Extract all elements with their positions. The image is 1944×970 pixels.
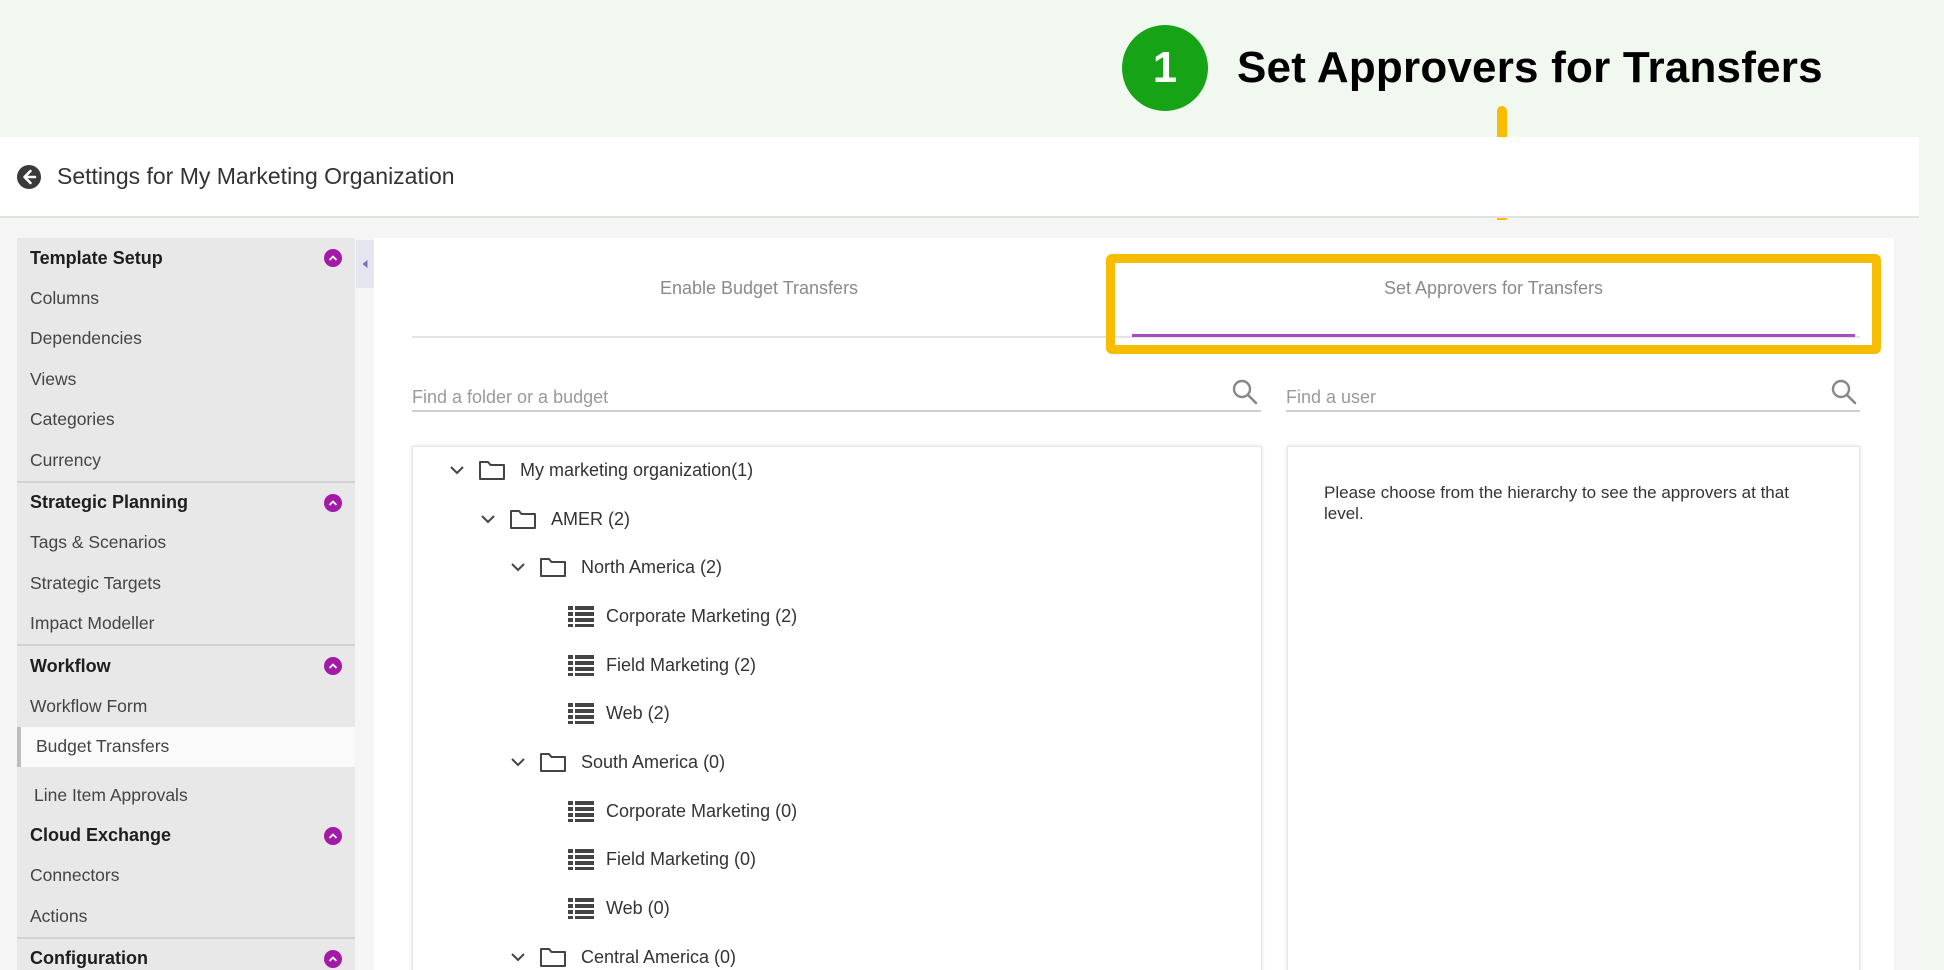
approvers-panel: Please choose from the hierarchy to see … xyxy=(1287,446,1860,970)
sidebar-section-configuration[interactable]: Configuration xyxy=(17,939,355,970)
search-icon[interactable] xyxy=(1231,378,1259,406)
callout-step-badge: 1 xyxy=(1122,25,1208,111)
tree-folder-node[interactable]: South America (0) xyxy=(507,747,725,777)
tree-node-label: Corporate Marketing (0) xyxy=(606,800,798,821)
sidebar-item-workflow-form[interactable]: Workflow Form xyxy=(17,686,355,727)
sidebar-section-label: Strategic Planning xyxy=(30,492,189,512)
budget-list-icon xyxy=(568,703,594,724)
tree-budget-node[interactable]: Web (0) xyxy=(568,893,670,923)
sidebar-item-categories[interactable]: Categories xyxy=(17,400,355,441)
tree-folder-node[interactable]: AMER (2) xyxy=(477,504,630,534)
callout-title: Set Approvers for Transfers xyxy=(1237,43,1823,92)
tree-node-label: My marketing organization(1) xyxy=(520,459,754,480)
sidebar-item-connectors[interactable]: Connectors xyxy=(17,856,355,897)
folder-icon xyxy=(540,558,566,577)
sidebar-item-impact-modeller[interactable]: Impact Modeller xyxy=(17,604,355,645)
sidebar-section-label: Template Setup xyxy=(30,247,163,268)
folder-icon xyxy=(479,461,505,480)
folder-icon xyxy=(510,510,536,529)
sidebar-section-label: Cloud Exchange xyxy=(30,825,172,845)
chevron-down-icon[interactable] xyxy=(507,751,529,773)
sidebar-item-tags-scenarios[interactable]: Tags & Scenarios xyxy=(17,523,355,564)
tree-node-label: Web (0) xyxy=(606,897,670,918)
budget-list-icon xyxy=(568,898,594,919)
chevron-up-icon[interactable] xyxy=(324,826,342,845)
sidebar-section-strategic-planning[interactable]: Strategic Planning xyxy=(17,483,355,523)
tree-node-label: AMER (2) xyxy=(551,508,631,529)
tree-node-label: North America (2) xyxy=(581,556,723,577)
page-header: Settings for My Marketing Organization xyxy=(0,137,1919,218)
sidebar-item-currency[interactable]: Currency xyxy=(17,440,355,481)
tree-node-label: Web (2) xyxy=(606,702,670,723)
budget-list-icon xyxy=(568,801,594,822)
tree-node-label: Field Marketing (2) xyxy=(606,654,757,675)
tree-budget-node[interactable]: Field Marketing (2) xyxy=(568,650,756,680)
folder-icon xyxy=(540,753,566,772)
tree-budget-node[interactable]: Web (2) xyxy=(568,698,670,728)
sidebar-section-cloud-exchange[interactable]: Cloud Exchange xyxy=(17,816,355,856)
tree-node-label: Central America (0) xyxy=(581,946,737,967)
sidebar-item-columns[interactable]: Columns xyxy=(17,278,355,319)
back-arrow-circle-icon[interactable] xyxy=(16,164,42,190)
tree-budget-node[interactable]: Field Marketing (0) xyxy=(568,844,756,874)
sidebar-item-views[interactable]: Views xyxy=(17,359,355,400)
tree-node-label: South America (0) xyxy=(581,751,726,772)
tree-folder-node[interactable]: My marketing organization(1) xyxy=(446,455,753,485)
settings-sidebar: Template Setup Columns Dependencies View… xyxy=(17,238,355,970)
chevron-down-icon[interactable] xyxy=(477,508,499,530)
sidebar-item-budget-transfers[interactable]: Budget Transfers xyxy=(17,726,355,767)
main-panel: Enable Budget Transfers Set Approvers fo… xyxy=(374,238,1894,970)
budget-hierarchy-tree: My marketing organization(1) AMER (2) No… xyxy=(412,446,1262,970)
chevron-up-icon[interactable] xyxy=(324,949,342,968)
sidebar-section-label: Configuration xyxy=(30,948,148,968)
sidebar-collapse-toggle[interactable] xyxy=(356,240,374,288)
tree-budget-node[interactable]: Corporate Marketing (2) xyxy=(568,601,797,631)
tab-set-approvers[interactable]: Set Approvers for Transfers xyxy=(1132,278,1855,299)
folder-search xyxy=(412,376,1261,412)
callout: 1 Set Approvers for Transfers xyxy=(1122,24,1823,112)
folder-search-input[interactable] xyxy=(412,376,1261,410)
caret-left-icon xyxy=(362,260,368,268)
chevron-up-icon[interactable] xyxy=(324,657,342,675)
tab-enable-budget-transfers[interactable]: Enable Budget Transfers xyxy=(414,278,1104,299)
content-area: Template Setup Columns Dependencies View… xyxy=(0,220,1919,970)
approvers-empty-message: Please choose from the hierarchy to see … xyxy=(1324,483,1789,523)
tree-node-label: Field Marketing (0) xyxy=(606,848,757,869)
budget-list-icon xyxy=(568,849,594,870)
sidebar-item-strategic-targets[interactable]: Strategic Targets xyxy=(17,563,355,604)
chevron-down-icon[interactable] xyxy=(507,946,529,968)
chevron-down-icon[interactable] xyxy=(507,556,529,578)
tree-budget-node[interactable]: Corporate Marketing (0) xyxy=(568,796,797,826)
tree-node-label: Corporate Marketing (2) xyxy=(606,605,798,626)
sidebar-item-dependencies[interactable]: Dependencies xyxy=(17,319,355,360)
sidebar-section-workflow[interactable]: Workflow xyxy=(17,646,355,686)
search-icon[interactable] xyxy=(1830,378,1858,406)
sidebar-item-actions[interactable]: Actions xyxy=(17,896,355,937)
chevron-down-icon[interactable] xyxy=(446,459,468,481)
page-title: Settings for My Marketing Organization xyxy=(57,163,455,189)
budget-list-icon xyxy=(568,606,594,627)
user-search-input[interactable] xyxy=(1286,376,1860,410)
chevron-up-icon[interactable] xyxy=(324,493,342,512)
sidebar-item-line-item-approvals[interactable]: Line Item Approvals xyxy=(17,775,355,816)
sidebar-section-label: Workflow xyxy=(30,655,111,676)
budget-list-icon xyxy=(568,655,594,676)
active-tab-indicator xyxy=(1132,334,1855,337)
folder-icon xyxy=(540,948,566,967)
tree-folder-node[interactable]: North America (2) xyxy=(507,552,722,582)
tree-folder-node[interactable]: Central America (0) xyxy=(507,942,736,970)
user-search xyxy=(1286,376,1860,412)
chevron-up-icon[interactable] xyxy=(324,249,342,267)
sidebar-section-template-setup[interactable]: Template Setup xyxy=(17,238,355,278)
